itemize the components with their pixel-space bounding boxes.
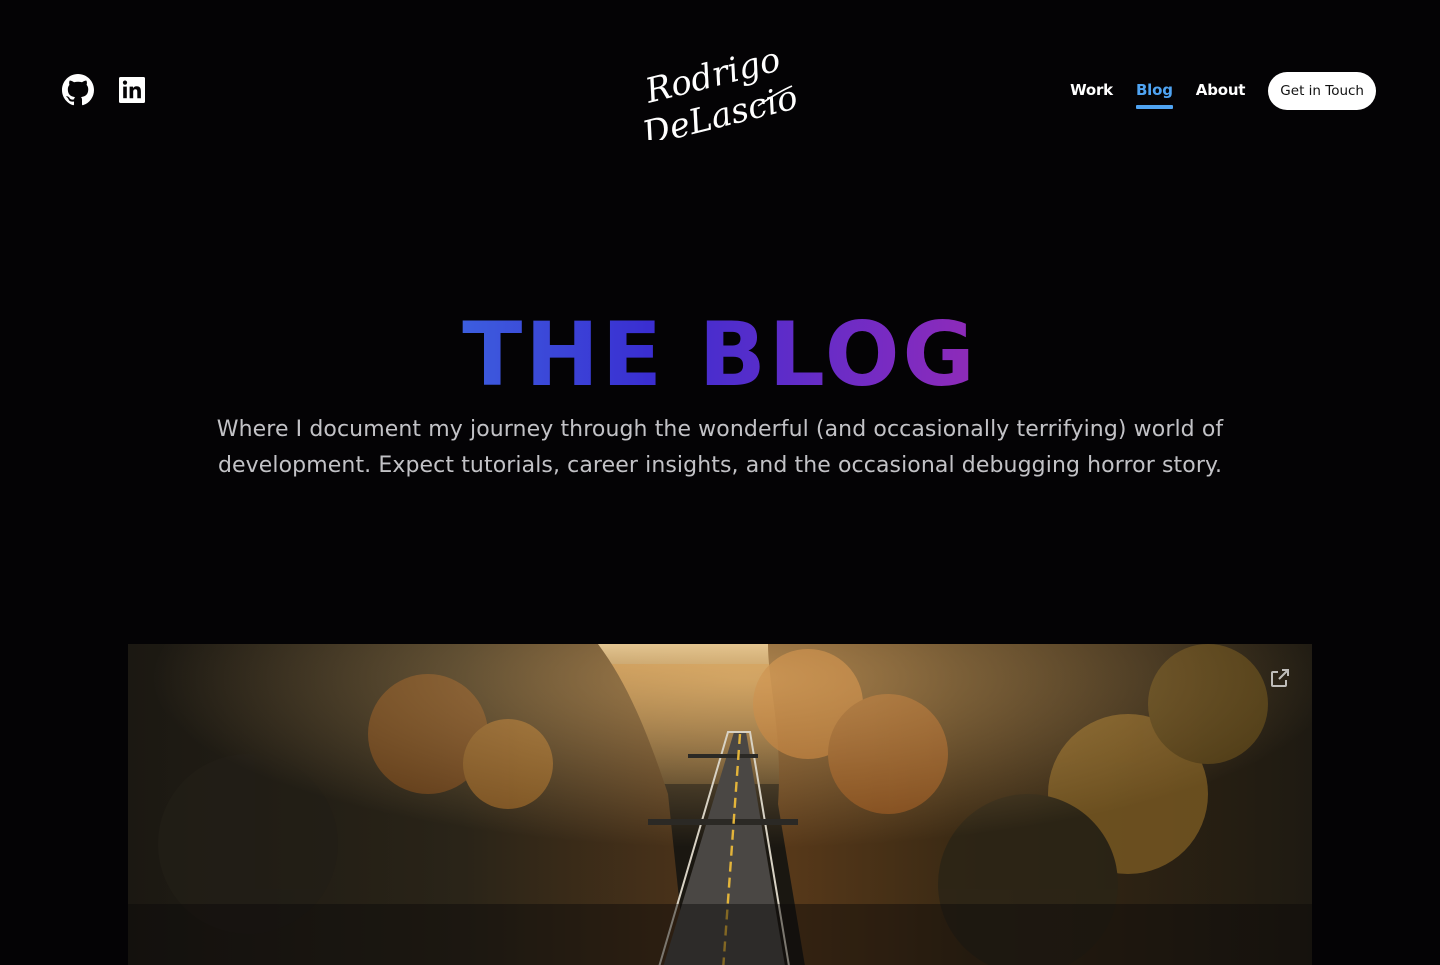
main-nav: Work Blog About Get in Touch: [1070, 72, 1376, 110]
title-word-the: THE: [462, 303, 666, 406]
page-title: THE BLOG: [0, 300, 1440, 410]
page-subtitle: Where I document my journey through the …: [216, 417, 1224, 478]
social-links: [62, 74, 148, 106]
site-logo[interactable]: Rodrigo DeLascio: [640, 44, 800, 140]
featured-post-image[interactable]: [128, 644, 1312, 965]
road-forest-photo: [128, 644, 1312, 965]
title-word-blog: BLOG: [698, 303, 978, 406]
get-in-touch-button[interactable]: Get in Touch: [1268, 72, 1376, 110]
nav-blog[interactable]: Blog: [1135, 81, 1173, 109]
linkedin-icon: [119, 77, 145, 103]
nav-about[interactable]: About: [1196, 81, 1246, 101]
blog-page: Rodrigo DeLascio Work Blog About Get in …: [0, 0, 1440, 965]
linkedin-link[interactable]: [116, 74, 148, 106]
github-icon: [62, 74, 94, 106]
external-link-icon[interactable]: [1268, 666, 1292, 690]
nav-work[interactable]: Work: [1070, 81, 1113, 101]
logo-signature: Rodrigo DeLascio: [640, 44, 800, 140]
github-link[interactable]: [62, 74, 94, 106]
